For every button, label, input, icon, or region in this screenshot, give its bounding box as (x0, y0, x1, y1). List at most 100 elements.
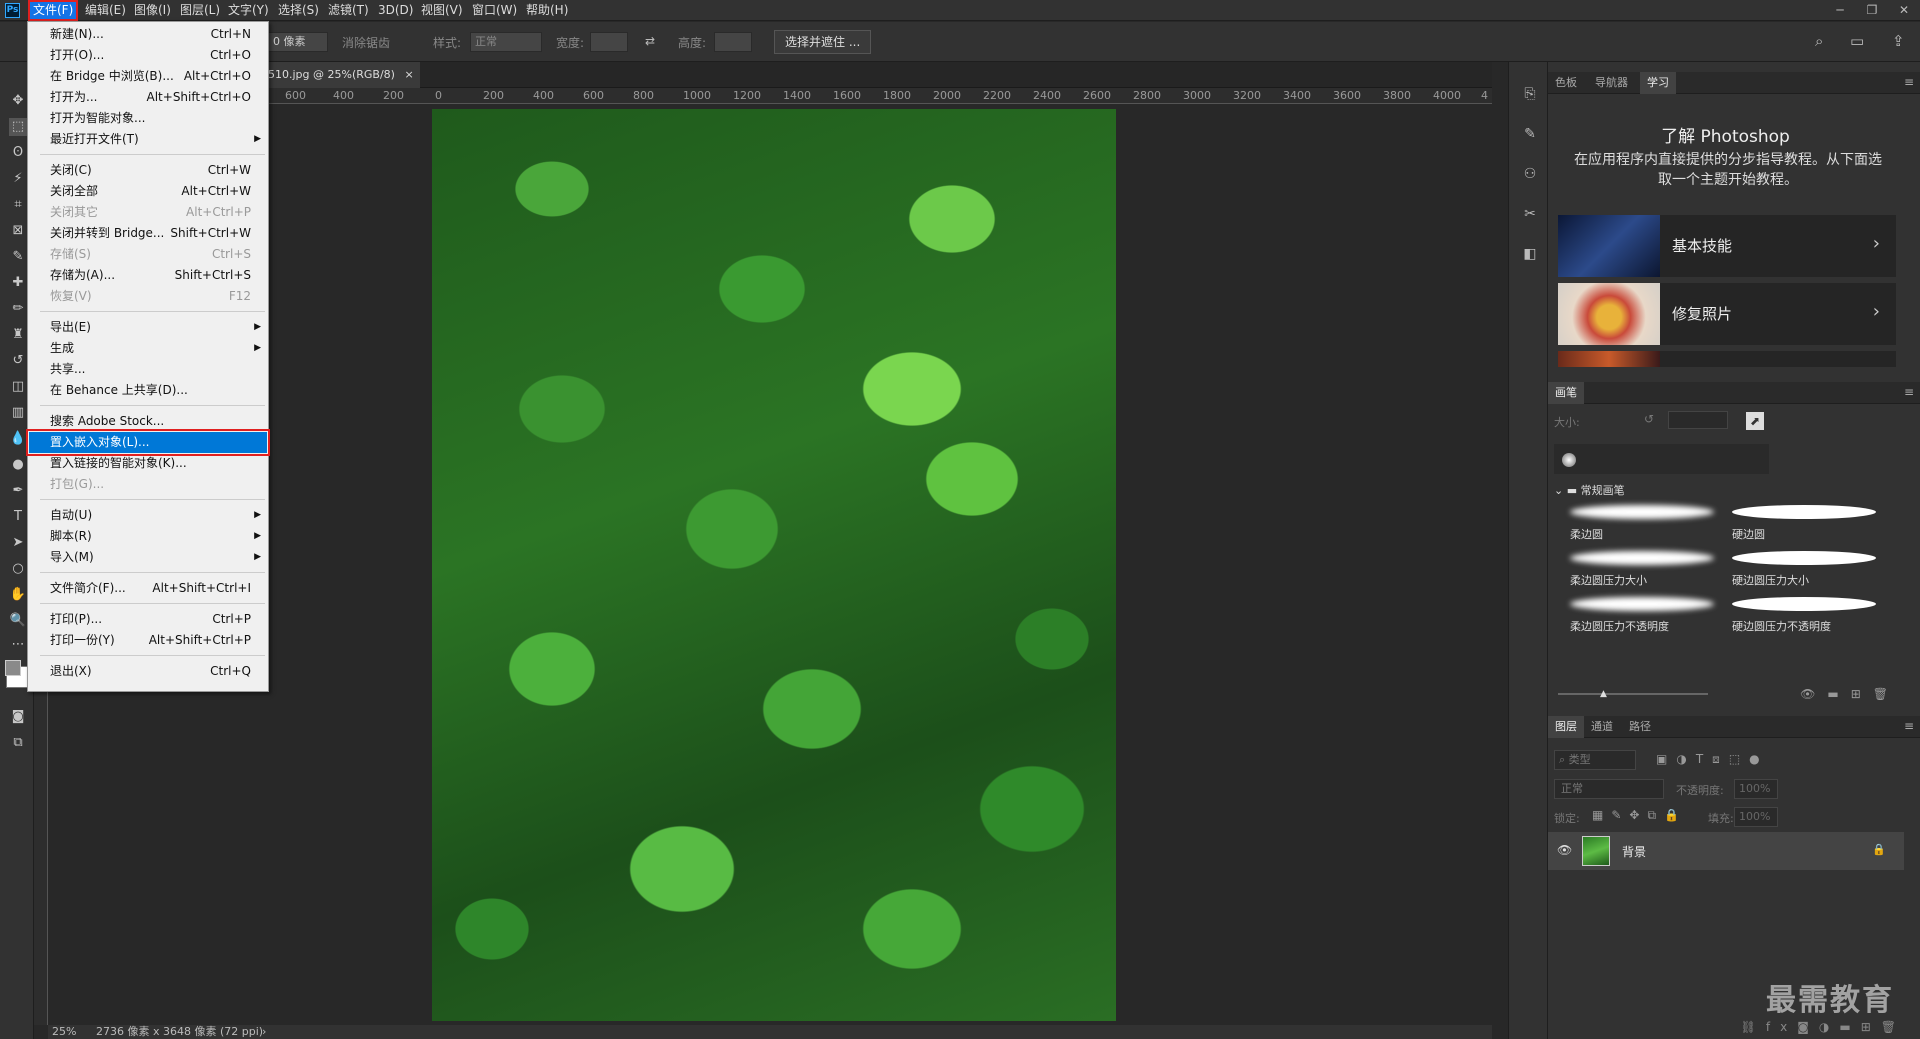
pixel-filter-icon[interactable]: ▣ (1656, 752, 1676, 766)
menu-item-print-one[interactable]: 打印一份(Y) Alt+Shift+Ctrl+P (29, 630, 267, 651)
menu-item-open[interactable]: 打开(O)... Ctrl+O (29, 45, 267, 66)
menu-item-exit[interactable]: 退出(X) Ctrl+Q (29, 661, 267, 682)
add-mask-icon[interactable]: ◙ (1797, 1020, 1819, 1034)
hand-tool-icon[interactable]: ✋ (9, 586, 27, 604)
tab-paths[interactable]: 路径 (1622, 716, 1658, 738)
soft-brush-preset-icon[interactable] (1562, 453, 1576, 467)
quick-mask-icon[interactable]: ◙ (9, 708, 27, 726)
menu-item-print[interactable]: 打印(P)... Ctrl+P (29, 609, 267, 630)
document-tab[interactable]: 510.jpg @ 25%(RGB/8) × (262, 62, 420, 88)
tools-preset-icon[interactable]: ✂ (1521, 206, 1539, 224)
menu-item-package[interactable]: 打包(G)... (29, 474, 267, 495)
menu-item-scripts[interactable]: 脚本(R) ▶ (29, 526, 267, 547)
reset-icon[interactable]: ↺ (1644, 412, 1654, 426)
brush-preset[interactable]: 柔边圆压力大小 (1564, 546, 1720, 590)
smart-filter-icon[interactable]: ⬚ (1729, 752, 1749, 766)
eye-visibility-icon[interactable]: 👁 (1557, 843, 1572, 857)
fx-icon[interactable]: fx (1766, 1020, 1797, 1034)
new-folder-icon[interactable]: ▬ (1827, 687, 1850, 701)
brush-preset[interactable]: 硬边圆 (1726, 500, 1882, 544)
layer-filter-select[interactable]: ⌕ 类型 (1554, 750, 1636, 770)
menu-filter[interactable]: 滤镜(T) (325, 2, 372, 19)
menu-item-revert[interactable]: 恢复(V) F12 (29, 286, 267, 307)
opacity-input[interactable]: 100% (1734, 779, 1778, 799)
menu-3d[interactable]: 3D(D) (375, 2, 416, 19)
link-layers-icon[interactable]: ⛓ (1741, 1020, 1766, 1034)
workspace-icon[interactable]: ▭ (1850, 32, 1864, 50)
menu-item-new[interactable]: 新建(N)... Ctrl+N (29, 24, 267, 45)
type-filter-icon[interactable]: T (1696, 752, 1712, 766)
lock-artboard-icon[interactable]: ⧉ (1647, 808, 1664, 822)
menu-item-close-go-bridge[interactable]: 关闭并转到 Bridge... Shift+Ctrl+W (29, 223, 267, 244)
lock-all-icon[interactable]: 🔒 (1664, 808, 1687, 822)
menu-item-share[interactable]: 共享... (29, 359, 267, 380)
menu-window[interactable]: 窗口(W) (469, 2, 520, 19)
menu-image[interactable]: 图像(I) (131, 2, 174, 19)
minimize-icon[interactable]: ─ (1824, 0, 1856, 20)
frame-tool-icon[interactable]: ⊠ (9, 222, 27, 240)
menu-item-file-info[interactable]: 文件简介(F)... Alt+Shift+Ctrl+I (29, 578, 267, 599)
new-brush-icon[interactable]: ⬈ (1746, 412, 1764, 430)
document-image[interactable] (432, 109, 1116, 1021)
panel-menu-icon[interactable]: ≡ (1904, 75, 1914, 89)
menu-view[interactable]: 视图(V) (418, 2, 466, 19)
learn-card-partial[interactable] (1558, 351, 1896, 367)
move-tool-icon[interactable]: ✥ (9, 92, 27, 110)
tab-channels[interactable]: 通道 (1584, 716, 1620, 738)
height-input[interactable] (714, 32, 752, 52)
tab-navigator[interactable]: 导航器 (1588, 72, 1635, 94)
menu-item-browse-bridge[interactable]: 在 Bridge 中浏览(B)... Alt+Ctrl+O (29, 66, 267, 87)
feather-input[interactable]: 0 像素 (268, 32, 328, 52)
healing-brush-icon[interactable]: ✚ (9, 274, 27, 292)
layer-row-background[interactable]: 👁 背景 🔒 (1548, 832, 1904, 870)
history-brush-icon[interactable]: ↺ (9, 352, 27, 370)
ellipse-tool-icon[interactable]: ○ (9, 560, 27, 578)
learn-card-fix-photos[interactable]: 修复照片 › (1558, 283, 1896, 345)
menu-item-place-embedded[interactable]: 置入嵌入对象(L)... (26, 429, 270, 456)
stamp-tool-icon[interactable]: ♜ (9, 326, 27, 344)
menu-item-share-behance[interactable]: 在 Behance 上共享(D)... (29, 380, 267, 401)
select-and-mask-button[interactable]: 选择并遮住 ... (774, 30, 872, 54)
menu-item-search-stock[interactable]: 搜索 Adobe Stock... (29, 411, 267, 432)
more-tools-icon[interactable]: ⋯ (9, 636, 27, 654)
menu-item-import[interactable]: 导入(M) ▶ (29, 547, 267, 568)
menu-item-place-linked[interactable]: 置入链接的智能对象(K)... (29, 453, 267, 474)
fill-input[interactable]: 100% (1734, 807, 1778, 827)
gradient-tool-icon[interactable]: ▥ (9, 404, 27, 422)
adjustment-filter-icon[interactable]: ◑ (1676, 752, 1695, 766)
path-select-icon[interactable]: ➤ (9, 534, 27, 552)
marquee-tool-icon[interactable]: ⬚ (9, 118, 27, 136)
panel-menu-icon[interactable]: ≡ (1904, 719, 1914, 733)
share-icon[interactable]: ⇪ (1892, 32, 1905, 50)
menu-help[interactable]: 帮助(H) (523, 2, 571, 19)
panel-menu-icon[interactable]: ≡ (1904, 385, 1914, 399)
brush-preset[interactable]: 柔边圆压力不透明度 (1564, 592, 1720, 636)
menu-item-close-others[interactable]: 关闭其它 Alt+Ctrl+P (29, 202, 267, 223)
brush-size-slider[interactable]: ▲ (1558, 689, 1708, 699)
dodge-tool-icon[interactable]: ● (9, 456, 27, 474)
brush-preset[interactable]: 硬边圆压力大小 (1726, 546, 1882, 590)
new-brush-icon[interactable]: ⊞ (1851, 687, 1873, 701)
menu-item-open-smart-object[interactable]: 打开为智能对象... (29, 108, 267, 129)
width-input[interactable] (590, 32, 628, 52)
tab-swatches[interactable]: 色板 (1548, 72, 1584, 94)
menu-file[interactable]: 文件(F) (27, 0, 79, 21)
tab-brushes[interactable]: 画笔 (1548, 382, 1584, 404)
visibility-icon[interactable]: 👁 (1800, 687, 1827, 701)
zoom-level[interactable]: 25% (52, 1025, 76, 1039)
lasso-tool-icon[interactable]: ʘ (9, 144, 27, 162)
blur-tool-icon[interactable]: 💧 (9, 430, 27, 448)
antialias-checkbox[interactable]: 消除锯齿 (342, 34, 390, 51)
menu-item-close-all[interactable]: 关闭全部 Alt+Ctrl+W (29, 181, 267, 202)
brush-tool-icon[interactable]: ✏ (9, 300, 27, 318)
menu-item-export[interactable]: 导出(E) ▶ (29, 317, 267, 338)
close-tab-icon[interactable]: × (404, 68, 413, 81)
brush-size-input[interactable] (1668, 411, 1728, 429)
brush-folder[interactable]: ⌄ ▬ 常规画笔 (1554, 482, 1625, 498)
lock-transparency-icon[interactable]: ▦ (1592, 808, 1611, 822)
menu-item-close[interactable]: 关闭(C) Ctrl+W (29, 160, 267, 181)
menu-item-generate[interactable]: 生成 ▶ (29, 338, 267, 359)
magic-wand-icon[interactable]: ⚡ (9, 170, 27, 188)
trash-icon[interactable]: 🗑 (1881, 1020, 1906, 1034)
slider-handle-icon[interactable]: ▲ (1600, 689, 1607, 699)
